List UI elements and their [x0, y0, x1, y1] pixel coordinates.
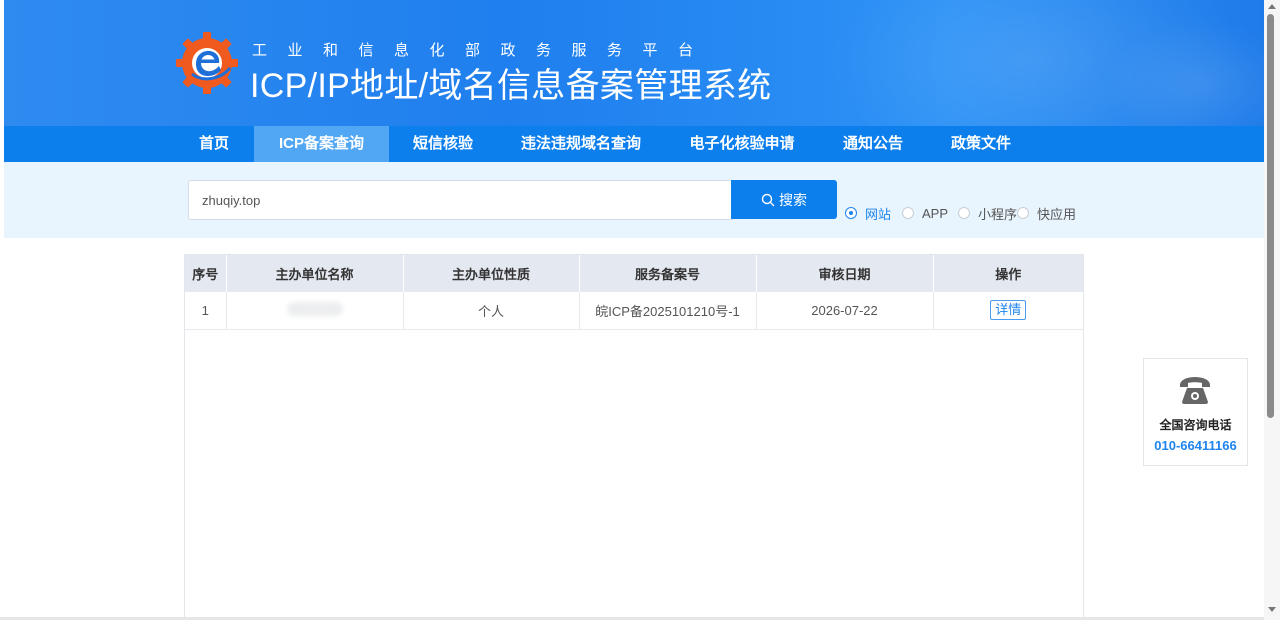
cell-org-name — [226, 292, 404, 330]
radio-dot — [958, 207, 970, 219]
search-button-label: 搜索 — [779, 191, 807, 208]
scrollbar-thumb[interactable] — [1267, 14, 1274, 418]
column-header-audit-date: 审核日期 — [756, 255, 934, 292]
search-icon — [761, 193, 775, 206]
nav-item-home[interactable]: 首页 — [182, 126, 246, 162]
radio-dot — [902, 207, 914, 219]
nav-item-policy-docs[interactable]: 政策文件 — [934, 126, 1028, 162]
page: 工业和信息化部政务服务平台 ICP/IP地址/域名信息备案管理系统 首页 ICP… — [4, 0, 1264, 620]
results-table: 序号 主办单位名称 主办单位性质 服务备案号 审核日期 操作 1 个人 皖ICP… — [184, 254, 1084, 620]
detail-button[interactable]: 详情 — [990, 300, 1027, 321]
radio-label: APP — [922, 205, 949, 221]
cell-audit-date: 2026-07-22 — [756, 292, 934, 330]
telephone-icon — [1180, 377, 1210, 404]
scroll-up-arrow-icon[interactable] — [1268, 4, 1276, 9]
radio-website[interactable]: 网站 — [845, 205, 892, 222]
cell-index: 1 — [185, 292, 227, 330]
radio-app[interactable]: APP — [902, 205, 948, 221]
scroll-down-arrow-icon[interactable] — [1268, 607, 1276, 612]
radio-dot — [1017, 207, 1029, 219]
system-title: ICP/IP地址/域名信息备案管理系统 — [250, 67, 772, 105]
nav-item-e-verify-apply[interactable]: 电子化核验申请 — [672, 126, 812, 162]
gear-e-logo-icon — [176, 32, 238, 94]
cell-license-no: 皖ICP备2025101210号-1 — [579, 292, 757, 330]
nav-item-illegal-domain-query[interactable]: 违法违规域名查询 — [504, 126, 658, 162]
nav-item-icp-query[interactable]: ICP备案查询 — [254, 126, 389, 162]
nav-item-notices[interactable]: 通知公告 — [826, 126, 920, 162]
column-header-action: 操作 — [933, 255, 1083, 292]
cell-org-nature: 个人 — [403, 292, 580, 330]
consult-label: 全国咨询电话 — [1159, 418, 1232, 432]
search-section: 搜索 网站 APP 小程序 快应用 — [4, 162, 1264, 238]
search-button[interactable]: 搜索 — [731, 180, 837, 219]
column-header-org-name: 主办单位名称 — [226, 255, 404, 292]
radio-quick-app[interactable]: 快应用 — [1017, 205, 1077, 222]
radio-mini-program[interactable]: 小程序 — [958, 205, 1018, 222]
search-input[interactable] — [188, 180, 733, 220]
column-header-org-nature: 主办单位性质 — [403, 255, 580, 292]
radio-label: 小程序 — [978, 206, 1018, 222]
vertical-scrollbar[interactable] — [1264, 0, 1280, 620]
table-row: 1 个人 皖ICP备2025101210号-1 2026-07-22 详情 — [185, 292, 1083, 330]
consult-hotline-box: 全国咨询电话 010-66411166 — [1143, 358, 1248, 466]
site-header: 工业和信息化部政务服务平台 ICP/IP地址/域名信息备案管理系统 — [4, 0, 1264, 126]
cell-action: 详情 — [933, 292, 1083, 330]
nav-item-sms-verify[interactable]: 短信核验 — [396, 126, 490, 162]
main-nav: 首页 ICP备案查询 短信核验 违法违规域名查询 电子化核验申请 通知公告 政策… — [4, 126, 1264, 162]
platform-subtitle: 工业和信息化部政务服务平台 — [252, 42, 714, 59]
radio-label: 快应用 — [1037, 206, 1077, 222]
blurred-org-name — [286, 301, 343, 316]
table-header-row: 序号 主办单位名称 主办单位性质 服务备案号 审核日期 操作 — [185, 255, 1083, 292]
radio-label: 网站 — [865, 206, 892, 222]
column-header-license-no: 服务备案号 — [579, 255, 757, 292]
radio-dot — [845, 207, 857, 219]
consult-phone-number: 010-66411166 — [1154, 438, 1237, 453]
column-header-index: 序号 — [185, 255, 227, 292]
